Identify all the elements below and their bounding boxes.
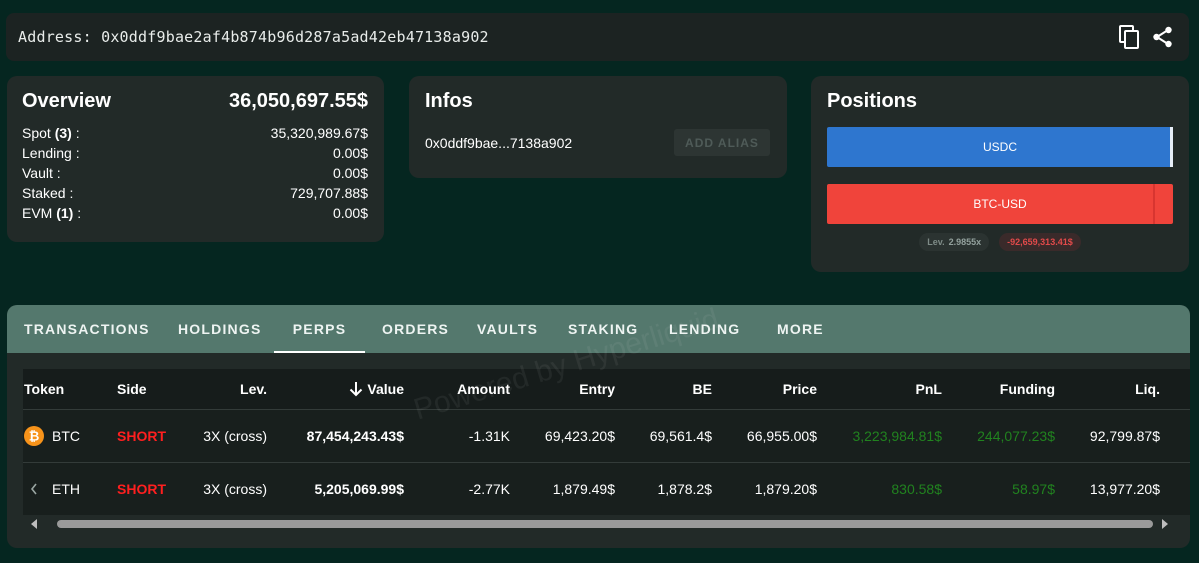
scroll-right-icon[interactable] [1160, 518, 1170, 530]
header-lev[interactable]: Lev. [197, 369, 267, 409]
add-alias-button[interactable]: ADD ALIAS [674, 129, 770, 156]
position-bar-marker [1170, 127, 1173, 167]
tab-transactions[interactable]: TRANSACTIONS [24, 305, 178, 353]
header-amount[interactable]: Amount [404, 369, 510, 409]
positions-title: Positions [827, 90, 918, 112]
cell-entry: 1,879.49$ [552, 481, 615, 497]
tab-more[interactable]: MORE [777, 305, 824, 353]
overview-row-spot: Spot (3) : 35,320,989.67$ [22, 123, 368, 143]
overview-row-value: 0.00$ [332, 165, 368, 181]
cell-lev: 3X (cross) [203, 481, 267, 497]
pnl-badge: -92,659,313.41$ [999, 233, 1081, 251]
position-bar-label: BTC-USD [973, 197, 1027, 211]
ethereum-icon [30, 483, 37, 495]
cell-pnl: 830.58$ [891, 481, 942, 497]
header-pnl[interactable]: PnL [817, 369, 942, 409]
address-actions [1117, 25, 1175, 49]
cell-liq: 92,799.87$ [1089, 428, 1160, 444]
copy-icon[interactable] [1117, 25, 1141, 49]
overview-row-label: Vault : [22, 165, 61, 181]
tab-staking[interactable]: STAKING [568, 305, 669, 353]
cell-liq: 13,977.20$ [1089, 481, 1160, 497]
address-text: Address: 0x0ddf9bae2af4b874b96d287a5ad42… [18, 28, 489, 46]
cell-value: 87,454,243.43$ [306, 428, 404, 444]
header-funding[interactable]: Funding [942, 369, 1055, 409]
header-side[interactable]: Side [117, 369, 197, 409]
infos-short-address: 0x0ddf9bae...7138a902 [425, 134, 573, 151]
overview-row-evm: EVM (1) : 0.00$ [22, 203, 368, 223]
cell-token: ETH [23, 463, 117, 515]
header-token[interactable]: Token [23, 369, 117, 409]
tab-orders[interactable]: ORDERS [382, 305, 477, 353]
overview-row-value: 729,707.88$ [290, 185, 368, 201]
header-liq[interactable]: Liq. [1055, 369, 1160, 409]
positions-card: Positions USDC BTC-USD Lev. 2.9855x -92,6… [811, 76, 1189, 272]
position-bar-btc-usd[interactable]: BTC-USD [827, 184, 1173, 224]
header-price[interactable]: Price [712, 369, 817, 409]
overview-card: Overview 36,050,697.55$ Spot (3) : 35,32… [7, 76, 384, 242]
overview-row-value: 0.00$ [332, 205, 368, 221]
overview-total: 36,050,697.55$ [228, 90, 368, 112]
cell-funding: 244,077.23$ [977, 428, 1055, 444]
cell-entry: 69,423.20$ [544, 428, 615, 444]
header-value[interactable]: Value [267, 369, 404, 409]
overview-row-label: Staked : [22, 185, 74, 201]
position-bar-label: USDC [982, 140, 1017, 154]
perps-panel: TRANSACTIONS HOLDINGS PERPS ORDERS VAULT… [7, 305, 1190, 548]
cell-be: 1,878.2$ [657, 481, 713, 497]
cell-side: SHORT [117, 481, 166, 497]
tab-perps[interactable]: PERPS [274, 305, 365, 353]
header-entry[interactable]: Entry [510, 369, 615, 409]
position-badges: Lev. 2.9855x -92,659,313.41$ [827, 233, 1173, 251]
table-header: Token Side Lev. Value Amount Entry BE Pr… [23, 369, 1190, 409]
share-icon[interactable] [1151, 25, 1175, 49]
overview-row-label: Lending : [22, 145, 80, 161]
overview-row-value: 35,320,989.67$ [270, 125, 368, 141]
overview-row-value: 0.00$ [332, 145, 368, 161]
overview-header: Overview 36,050,697.55$ [22, 90, 368, 113]
cell-amount: -2.77K [468, 481, 510, 497]
overview-row-vault: Vault : 0.00$ [22, 163, 368, 183]
cell-be: 69,561.4$ [649, 428, 712, 444]
svg-text:₿: ₿ [29, 430, 40, 445]
address-label: Address: [18, 28, 92, 46]
address-value: 0x0ddf9bae2af4b874b96d287a5ad42eb47138a9… [101, 28, 489, 46]
cell-token: ₿ BTC [23, 410, 117, 462]
overview-title: Overview [22, 90, 111, 112]
cell-price: 1,879.20$ [754, 481, 817, 497]
overview-row-label: EVM (1) : [22, 205, 82, 221]
cell-funding: 58.97$ [1012, 481, 1055, 497]
leverage-badge: Lev. 2.9855x [919, 233, 990, 251]
cell-value: 5,205,069.99$ [314, 481, 404, 497]
overview-row-label: Spot (3) : [22, 125, 80, 141]
header-be[interactable]: BE [615, 369, 712, 409]
tab-lending[interactable]: LENDING [669, 305, 777, 353]
overview-row-staked: Staked : 729,707.88$ [22, 183, 368, 203]
cell-lev: 3X (cross) [203, 428, 267, 444]
position-bar-usdc[interactable]: USDC [827, 127, 1173, 167]
infos-title: Infos [425, 90, 473, 112]
perps-table: Token Side Lev. Value Amount Entry BE Pr… [23, 369, 1190, 515]
tab-holdings[interactable]: HOLDINGS [178, 305, 274, 353]
table-row[interactable]: ETH SHORT 3X (cross) 5,205,069.99$ -2.77… [23, 462, 1190, 515]
cell-side: SHORT [117, 428, 166, 444]
position-bar-marker [1153, 184, 1155, 224]
infos-card: Infos 0x0ddf9bae...7138a902 ADD ALIAS [409, 76, 787, 178]
cell-amount: -1.31K [468, 428, 510, 444]
cell-price: 66,955.00$ [746, 428, 817, 444]
address-bar: Address: 0x0ddf9bae2af4b874b96d287a5ad42… [6, 13, 1189, 61]
cell-pnl: 3,223,984.81$ [852, 428, 942, 444]
scroll-left-icon[interactable] [29, 518, 39, 530]
infos-row: 0x0ddf9bae...7138a902 ADD ALIAS [425, 129, 771, 156]
arrow-down-icon [350, 382, 363, 397]
horizontal-scrollbar[interactable] [23, 515, 1183, 533]
overview-row-lending: Lending : 0.00$ [22, 143, 368, 163]
tab-vaults[interactable]: VAULTS [477, 305, 568, 353]
tab-bar: TRANSACTIONS HOLDINGS PERPS ORDERS VAULT… [7, 305, 1190, 353]
table-row[interactable]: ₿ BTC SHORT 3X (cross) 87,454,243.43$ -1… [23, 409, 1190, 462]
scrollbar-thumb[interactable] [57, 520, 1153, 528]
bitcoin-icon: ₿ [24, 426, 44, 446]
